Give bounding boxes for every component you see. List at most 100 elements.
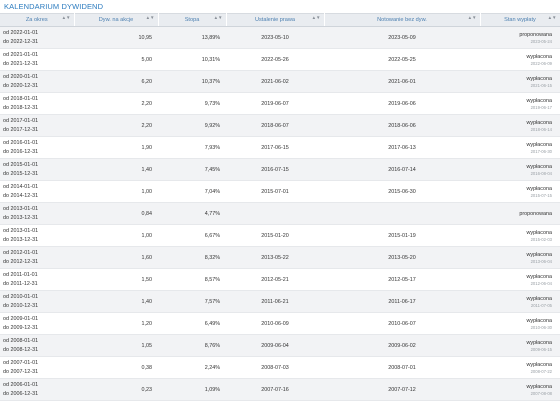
status-cell: proponowana bbox=[480, 202, 560, 225]
yield-cell: 8,32% bbox=[158, 246, 226, 269]
period-cell: od 2014-01-01 do 2014-12-31 bbox=[0, 180, 74, 203]
status-cell: wypłacona 2015-07-15 bbox=[480, 180, 560, 203]
period-from: od 2021-01-01 bbox=[3, 51, 39, 58]
payment-date: 2009-06-15 bbox=[530, 346, 552, 352]
table-row: od 2021-01-01 do 2021-12-31 5,00 10,31% 2022… bbox=[0, 48, 560, 71]
period-cell: od 2013-01-01 do 2013-12-31 bbox=[0, 202, 74, 225]
status-text: wypłacona bbox=[526, 97, 552, 104]
yield-cell: 6,49% bbox=[158, 312, 226, 335]
ex-dividend-cell: 2008-07-01 bbox=[324, 356, 480, 379]
status-cell: wypłacona 2021-06-15 bbox=[480, 70, 560, 93]
period-from: od 2006-01-01 bbox=[3, 381, 39, 388]
period-cell: od 2021-01-01 do 2021-12-31 bbox=[0, 48, 74, 71]
status-text: wypłacona bbox=[526, 229, 552, 236]
column-header-record-date[interactable]: Ustalenie prawa ▲▼ bbox=[226, 13, 325, 27]
table-row: od 2013-01-01 do 2013-12-31 1,00 6,67% 2015-… bbox=[0, 224, 560, 247]
ex-dividend-cell: 2012-05-17 bbox=[324, 268, 480, 291]
ex-dividend-cell: 2017-06-13 bbox=[324, 136, 480, 159]
table-row: od 2007-01-01 do 2007-12-31 0,38 2,24% 2008-… bbox=[0, 356, 560, 379]
ex-dividend-cell: 2010-06-07 bbox=[324, 312, 480, 335]
status-text: wypłacona bbox=[526, 273, 552, 280]
status-cell: wypłacona 2022-06-09 bbox=[480, 48, 560, 71]
record-date-cell: 2016-07-15 bbox=[226, 158, 324, 181]
dividend-cell: 0,38 bbox=[74, 356, 158, 379]
record-date-cell bbox=[226, 202, 324, 225]
ex-dividend-cell: 2019-06-06 bbox=[324, 92, 480, 115]
dividend-cell: 0,23 bbox=[74, 378, 158, 401]
column-header-period[interactable]: Za okres ▲▼ bbox=[0, 13, 75, 27]
status-cell: wypłacona 2013-06-04 bbox=[480, 246, 560, 269]
payment-date: 2013-06-04 bbox=[530, 258, 552, 264]
status-text: wypłacona bbox=[526, 317, 552, 324]
dividend-cell: 6,20 bbox=[74, 70, 158, 93]
period-from: od 2017-01-01 bbox=[3, 117, 39, 124]
dividend-cell: 1,00 bbox=[74, 224, 158, 247]
yield-cell: 6,67% bbox=[158, 224, 226, 247]
record-date-cell: 2007-07-16 bbox=[226, 378, 324, 401]
payment-date: 2010-06-30 bbox=[530, 324, 552, 330]
record-date-cell: 2019-06-07 bbox=[226, 92, 324, 115]
period-cell: od 2016-01-01 do 2016-12-31 bbox=[0, 136, 74, 159]
ex-dividend-cell: 2016-07-14 bbox=[324, 158, 480, 181]
status-text: wypłacona bbox=[526, 383, 552, 390]
period-to: do 2021-12-31 bbox=[3, 60, 39, 67]
column-header-yield[interactable]: Stopa ▲▼ bbox=[158, 13, 227, 27]
column-header-ex-dividend[interactable]: Notowanie bez dyw. ▲▼ bbox=[324, 13, 481, 27]
dividend-cell: 10,95 bbox=[74, 26, 158, 49]
dividend-cell: 2,20 bbox=[74, 114, 158, 137]
record-date-cell: 2008-07-03 bbox=[226, 356, 324, 379]
payment-date: 2019-06-17 bbox=[530, 104, 552, 110]
status-text: wypłacona bbox=[526, 119, 552, 126]
yield-cell: 10,31% bbox=[158, 48, 226, 71]
status-cell: wypłacona 2007-08-08 bbox=[480, 378, 560, 401]
table-row: od 2014-01-01 do 2014-12-31 1,00 7,04% 2015-… bbox=[0, 180, 560, 203]
period-to: do 2017-12-31 bbox=[3, 126, 39, 133]
record-date-cell: 2015-01-20 bbox=[226, 224, 324, 247]
column-header-dividend[interactable]: Dyw. na akcje ▲▼ bbox=[74, 13, 159, 27]
record-date-cell: 2017-06-15 bbox=[226, 136, 324, 159]
status-text: wypłacona bbox=[526, 295, 552, 302]
period-from: od 2011-01-01 bbox=[3, 271, 38, 278]
sort-icon: ▲▼ bbox=[145, 15, 155, 20]
period-to: do 2013-12-31 bbox=[3, 236, 39, 243]
period-to: do 2013-12-31 bbox=[3, 214, 39, 221]
record-date-cell: 2021-06-02 bbox=[226, 70, 324, 93]
payment-date: 2015-02-03 bbox=[530, 236, 552, 242]
period-from: od 2013-01-01 bbox=[3, 227, 39, 234]
sort-icon: ▲▼ bbox=[61, 15, 71, 20]
table-row: od 2018-01-01 do 2018-12-31 2,20 9,73% 2019-… bbox=[0, 92, 560, 115]
status-cell: wypłacona 2011-07-05 bbox=[480, 290, 560, 313]
payment-date: 2017-06-30 bbox=[530, 148, 552, 154]
payment-date: 2023-05-24 bbox=[530, 38, 552, 44]
column-header-status[interactable]: Stan wypłaty ▲▼ bbox=[480, 13, 560, 27]
record-date-cell: 2022-05-26 bbox=[226, 48, 324, 71]
payment-date: 2012-06-04 bbox=[530, 280, 552, 286]
yield-cell: 8,57% bbox=[158, 268, 226, 291]
table-row: od 2006-01-01 do 2006-12-31 0,23 1,09% 2007-… bbox=[0, 378, 560, 401]
dividend-calendar-panel: KALENDARIUM DYWIDEND Za okres ▲▼ Dyw. na … bbox=[0, 0, 560, 402]
period-cell: od 2017-01-01 do 2017-12-31 bbox=[0, 114, 74, 137]
ex-dividend-cell: 2023-05-09 bbox=[324, 26, 480, 49]
ex-dividend-cell: 2015-06-30 bbox=[324, 180, 480, 203]
period-from: od 2013-01-01 bbox=[3, 205, 39, 212]
status-text: wypłacona bbox=[526, 339, 552, 346]
record-date-cell: 2015-07-01 bbox=[226, 180, 324, 203]
yield-cell: 1,09% bbox=[158, 378, 226, 401]
period-from: od 2008-01-01 bbox=[3, 337, 39, 344]
yield-cell: 9,73% bbox=[158, 92, 226, 115]
status-cell: wypłacona 2012-06-04 bbox=[480, 268, 560, 291]
record-date-cell: 2010-06-09 bbox=[226, 312, 324, 335]
period-to: do 2022-12-31 bbox=[3, 38, 39, 45]
period-from: od 2020-01-01 bbox=[3, 73, 39, 80]
status-cell: wypłacona 2016-08-04 bbox=[480, 158, 560, 181]
ex-dividend-cell: 2018-06-06 bbox=[324, 114, 480, 137]
record-date-cell: 2013-05-22 bbox=[226, 246, 324, 269]
period-cell: od 2022-01-01 do 2022-12-31 bbox=[0, 26, 74, 49]
status-text: wypłacona bbox=[526, 361, 552, 368]
table-row: od 2013-01-01 do 2013-12-31 0,84 4,77% propo… bbox=[0, 202, 560, 225]
yield-cell: 4,77% bbox=[158, 202, 226, 225]
ex-dividend-cell: 2022-05-25 bbox=[324, 48, 480, 71]
dividend-cell: 5,00 bbox=[74, 48, 158, 71]
period-to: do 2020-12-31 bbox=[3, 82, 39, 89]
ex-dividend-cell: 2015-01-19 bbox=[324, 224, 480, 247]
